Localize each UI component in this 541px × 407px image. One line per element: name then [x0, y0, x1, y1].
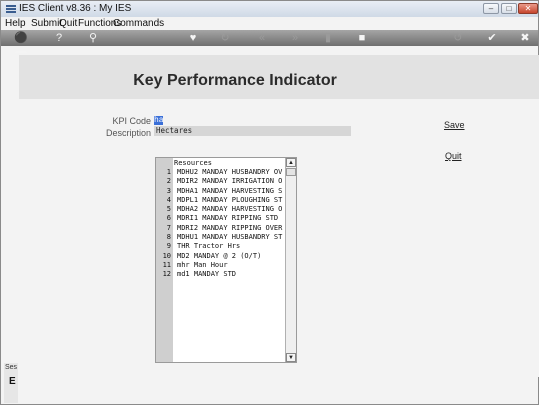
list-item-number: 12: [162, 270, 171, 279]
list-item-text: MDHA2 MANDAY HARVESTING O: [177, 205, 283, 214]
list-item-number: 1: [166, 168, 171, 176]
list-item-number: 6: [166, 214, 171, 223]
menu-help[interactable]: Help: [5, 18, 26, 29]
check-icon[interactable]: ✔: [485, 31, 499, 45]
menu-submit[interactable]: Submit: [31, 18, 62, 29]
list-item-text: MDRI2 MANDAY RIPPING OVER: [177, 223, 283, 232]
help-icon[interactable]: ?: [53, 31, 65, 45]
list-item[interactable]: 5 MDHA2 MANDAY HARVESTING O: [156, 205, 284, 214]
list-item[interactable]: 11 mhr Man Hour: [156, 261, 284, 270]
list-item[interactable]: 8 MDHU1 MANDAY HUSBANDRY ST: [156, 233, 284, 242]
list-item-number: 4: [166, 195, 171, 204]
list-item-text: MDPL1 MANDAY PLOUGHING ST: [177, 195, 283, 204]
menu-bar: Help Submit Quit Functions Commands: [1, 17, 538, 30]
list-item-number: 3: [166, 186, 171, 195]
list-item-text: MDHU1 MANDAY HUSBANDRY ST: [177, 233, 283, 242]
list-item-text: MDIR2 MANDAY IRRIGATION O: [177, 177, 283, 186]
list-item-number: 5: [166, 205, 171, 214]
list-item-number: 11: [162, 260, 171, 269]
list-scrollbar[interactable]: ▲ ▼: [285, 158, 296, 362]
window-title: IES Client v8.36 : My IES: [19, 3, 132, 14]
close-icon[interactable]: ✖: [518, 31, 532, 45]
menu-quit[interactable]: Quit: [59, 18, 77, 29]
list-item-number: 7: [166, 223, 171, 232]
refresh-icon[interactable]: ↻: [219, 31, 231, 45]
resources-header: Resources: [174, 159, 212, 167]
list-item[interactable]: 12 md1 MANDAY STD: [156, 270, 284, 279]
list-item-number: 8: [166, 233, 171, 242]
kpi-code-label: KPI Code: [112, 116, 151, 126]
list-item-text: MDHA1 MANDAY HARVESTING S: [177, 186, 283, 195]
side-panel-icon[interactable]: E: [9, 376, 16, 387]
list-item-text: THR Tractor Hrs: [177, 242, 241, 251]
kpi-code-field[interactable]: ha: [154, 116, 164, 125]
list-item-number: 9: [166, 242, 171, 251]
side-panel-label: Ses: [5, 364, 18, 371]
back-icon[interactable]: ↺: [451, 31, 465, 45]
quit-link[interactable]: Quit: [445, 151, 462, 161]
list-item-text: MDHU2 MANDAY HUSBANDRY OV: [177, 168, 283, 176]
bookmark-icon[interactable]: ▮: [322, 31, 334, 45]
fast-forward-icon[interactable]: »: [288, 31, 302, 45]
list-item[interactable]: 10 MD2 MANDAY @ 2 (O/T): [156, 252, 284, 261]
resources-list[interactable]: Resources 1 MDHU2 MANDAY HUSBANDRY OV 2 MDI…: [155, 157, 297, 363]
list-item[interactable]: 6 MDRI1 MANDAY RIPPING STD: [156, 214, 284, 223]
resource-rows: 1 MDHU2 MANDAY HUSBANDRY OV 2 MDIR2 MANDAY …: [156, 168, 284, 280]
heart-icon[interactable]: ♥: [187, 31, 199, 45]
list-item-text: MD2 MANDAY @ 2 (O/T): [177, 251, 262, 260]
key-icon[interactable]: ⚫—: [9, 31, 33, 58]
page-title: Key Performance Indicator: [133, 72, 337, 89]
list-item[interactable]: 1 MDHU2 MANDAY HUSBANDRY OV: [156, 168, 284, 177]
list-item[interactable]: 7 MDRI2 MANDAY RIPPING OVER: [156, 224, 284, 233]
list-item[interactable]: 2 MDIR2 MANDAY IRRIGATION O: [156, 177, 284, 186]
app-window: IES Client v8.36 : My IES – □ ✕ Help Sub…: [0, 0, 539, 405]
scroll-up-icon[interactable]: ▲: [286, 158, 296, 167]
list-item[interactable]: 3 MDHA1 MANDAY HARVESTING S: [156, 187, 284, 196]
description-label: Description: [105, 128, 151, 138]
minimize-button[interactable]: –: [483, 3, 499, 14]
left-side-panel: Ses E: [4, 363, 18, 403]
list-item[interactable]: 4 MDPL1 MANDAY PLOUGHING ST: [156, 196, 284, 205]
scroll-thumb[interactable]: [286, 168, 296, 176]
list-item[interactable]: 9 THR Tractor Hrs: [156, 242, 284, 251]
scroll-down-icon[interactable]: ▼: [286, 353, 296, 362]
description-field[interactable]: Hectares: [154, 126, 351, 136]
list-item-text: md1 MANDAY STD: [177, 270, 237, 279]
list-item-number: 2: [166, 177, 171, 186]
search-icon[interactable]: ⚲: [87, 31, 99, 45]
close-window-button[interactable]: ✕: [518, 3, 538, 14]
list-item-text: mhr Man Hour: [177, 260, 228, 269]
stop-icon[interactable]: ■: [356, 31, 368, 45]
menu-commands[interactable]: Commands: [113, 18, 164, 29]
toolbar: ⚫— ? ⚲ ♥ ↻ « » ▮ ■ ↺ ✔ ✖: [1, 30, 538, 58]
save-link[interactable]: Save: [444, 120, 465, 130]
rewind-icon[interactable]: «: [255, 31, 269, 45]
title-bar: IES Client v8.36 : My IES – □ ✕: [1, 1, 538, 18]
list-item-text: MDRI1 MANDAY RIPPING STD: [177, 214, 279, 223]
app-icon: [6, 5, 16, 13]
maximize-button[interactable]: □: [501, 3, 517, 14]
list-item-number: 10: [162, 251, 171, 260]
